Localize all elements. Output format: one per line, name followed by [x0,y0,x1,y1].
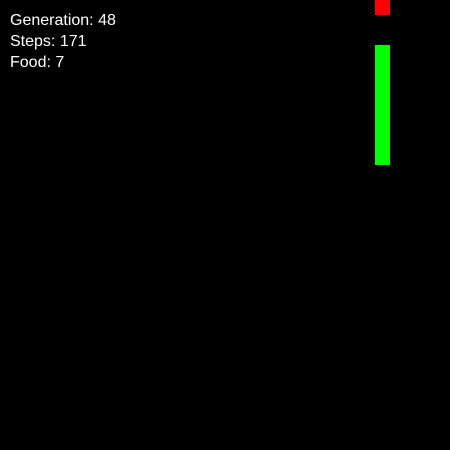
generation-value: 48 [98,12,116,29]
steps-value: 171 [59,33,87,50]
food-value: 7 [55,54,65,71]
generation-label: Generation: [10,12,94,29]
generation-readout: Generation: 48 [10,10,116,31]
food-readout: Food: 7 [10,52,116,73]
steps-readout: Steps: 171 [10,31,116,52]
food-label: Food: [10,54,51,71]
food-item [375,0,390,15]
steps-label: Steps: [10,33,56,50]
game-board: Generation: 48 Steps: 171 Food: 7 [0,0,450,450]
snake-body [375,45,390,165]
hud-panel: Generation: 48 Steps: 171 Food: 7 [10,10,116,73]
